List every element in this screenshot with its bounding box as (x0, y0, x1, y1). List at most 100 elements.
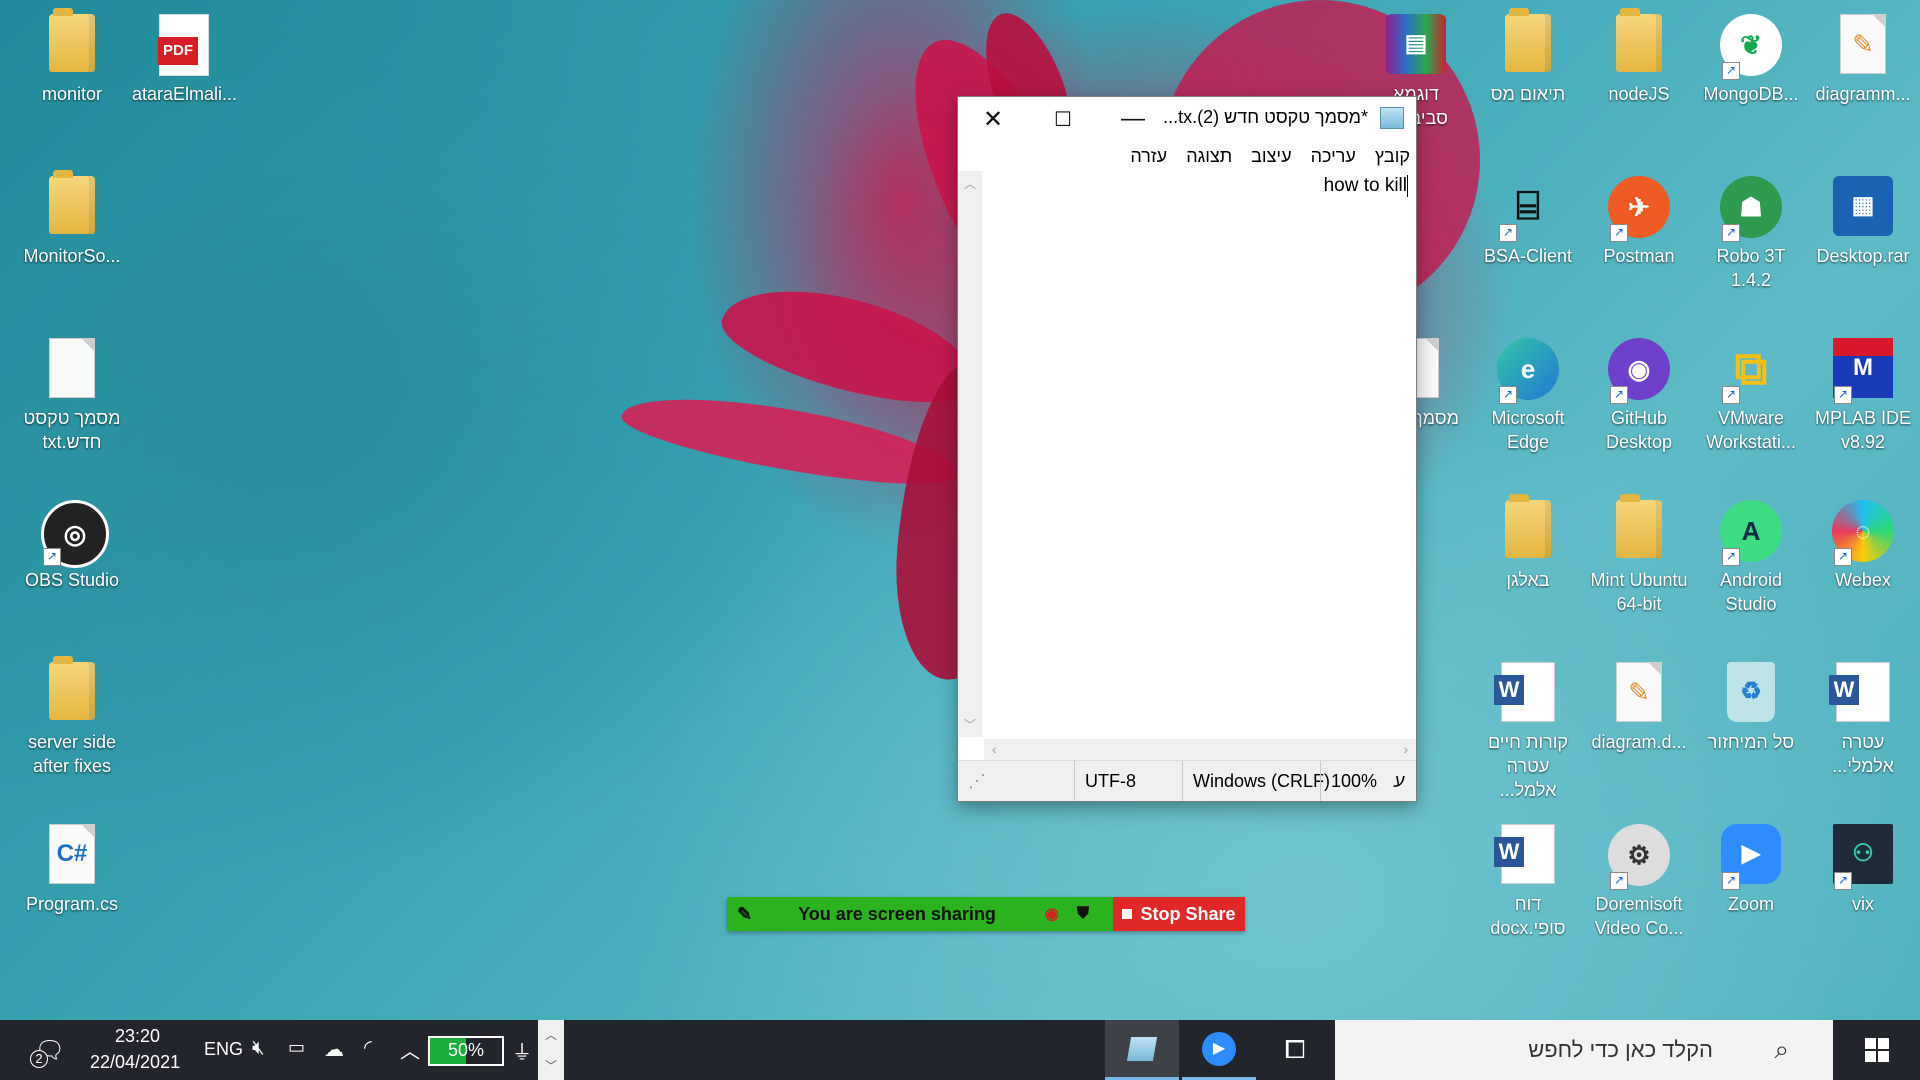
shortcut-arrow-icon: ↗ (1722, 548, 1740, 566)
shortcut-arrow-icon: ↗ (1834, 386, 1852, 404)
diagram-file-icon: ✎ (1840, 14, 1886, 74)
chevron-down-icon[interactable]: ﹀ (538, 1057, 564, 1074)
scroll-down-icon[interactable]: ﹀ (964, 716, 976, 733)
desktop-icon-robo3t[interactable]: ☗ ↗ Robo 3T 1.4.2 (1697, 168, 1805, 292)
desktop-icon-mongodb[interactable]: ❦ ↗ MongoDB... (1697, 6, 1805, 106)
desktop-icon-zoom[interactable]: ▶ ↗ Zoom (1697, 816, 1805, 916)
language-indicator[interactable]: ENG (204, 1039, 243, 1060)
desktop-icon-mplab[interactable]: M ↗ MPLAB IDE v8.92 (1809, 330, 1917, 454)
folder-icon (1616, 494, 1662, 558)
volume-muted-icon[interactable]: 🔇︎ (252, 1037, 265, 1060)
stop-icon (1122, 909, 1133, 919)
notepad-window[interactable]: ✕ ☐ — *מסמך טקסט חדש (2).tx... קובץ עריכ… (957, 96, 1417, 802)
desktop-icon-doremisoft[interactable]: ⚙ ↗ Doremisoft Video Co... (1585, 816, 1693, 940)
pin-icon[interactable]: ✎ (737, 904, 752, 925)
desktop-icon-desktop-rar[interactable]: ▦ Desktop.rar (1809, 168, 1917, 268)
desktop-icon-text-doc[interactable]: מסמך טקסט חדש.txt (18, 330, 126, 454)
shortcut-arrow-icon: ↗ (1722, 224, 1740, 242)
status-line-ending: Windows (CRLF) (1182, 761, 1340, 801)
taskbar-scroll[interactable]: ︿ ﹀ (538, 1020, 564, 1080)
desktop-icon-diagram-d[interactable]: ✎ diagram.d... (1585, 654, 1693, 754)
close-button[interactable]: ✕ (958, 97, 1028, 141)
scroll-up-icon[interactable]: ︿ (964, 175, 976, 192)
window-title: *מסמך טקסט חדש (2).tx... (1163, 107, 1368, 127)
menu-edit[interactable]: עריכה (1311, 141, 1356, 171)
desktop-icon-vix[interactable]: ⚇ ↗ vix (1809, 816, 1917, 916)
csharp-file-icon: C# (49, 824, 95, 884)
pdf-icon: PDF (158, 14, 209, 76)
shortcut-arrow-icon: ↗ (43, 548, 61, 566)
taskbar-search-box[interactable]: הקלד כאן כדי לחפש ⌕ (1335, 1020, 1833, 1080)
clock-time[interactable]: 23:20 (115, 1026, 160, 1047)
clock-date[interactable]: 22/04/2021 (90, 1052, 180, 1073)
desktop-icon-github[interactable]: ◉ ↗ GitHub Desktop (1585, 330, 1693, 454)
text-caret (1407, 175, 1408, 197)
desktop-icon-mint-ubuntu[interactable]: Mint Ubuntu 64-bit (1585, 492, 1693, 616)
desktop-icon-monitor[interactable]: monitor (18, 6, 126, 106)
scroll-right-icon[interactable]: › (1403, 741, 1408, 757)
desktop-icon-postman[interactable]: ✈ ↗ Postman (1585, 168, 1693, 268)
screen-share-toolbar[interactable]: ✎ You are screen sharing ◉ ⛊ Stop Share (727, 897, 1245, 931)
desktop-icon-obs[interactable]: ◎ ↗ OBS Studio (18, 492, 126, 592)
desktop-icon-monitorso[interactable]: MonitorSo... (18, 168, 126, 268)
desktop-icon-bsa-client[interactable]: ⌸ ↗ BSA-Client (1474, 168, 1582, 268)
battery-indicator[interactable]: 50% (428, 1036, 504, 1066)
desktop-icon-server-side[interactable]: server side after fixes (18, 654, 126, 778)
resize-grip-icon[interactable]: ⋰ (958, 761, 986, 801)
shortcut-arrow-icon: ↗ (1722, 386, 1740, 404)
menu-view[interactable]: תצוגה (1186, 141, 1232, 171)
battery-saver-icon[interactable]: ▭ (288, 1037, 305, 1058)
desktop-icon-vmware[interactable]: ⧉ ↗ VMware Workstati... (1697, 330, 1805, 454)
text-editor[interactable]: how to kill (984, 171, 1412, 737)
taskbar-notepad[interactable] (1105, 1020, 1179, 1080)
show-hidden-icons-icon[interactable]: ︿ (400, 1035, 420, 1064)
desktop-icon-final-report[interactable]: W דוח סופי.docx (1474, 816, 1582, 940)
screen-sharing-message: You are screen sharing (798, 903, 996, 924)
recycle-bin-icon: ♻ (1727, 662, 1775, 722)
search-placeholder: הקלד כאן כדי לחפש (1528, 1037, 1713, 1062)
desktop-icon-nodejs[interactable]: nodeJS (1585, 6, 1693, 106)
desktop-icon-diagramm[interactable]: ✎ diagramm... (1809, 6, 1917, 106)
desktop-icon-android-studio[interactable]: A ↗ Android Studio (1697, 492, 1805, 616)
wifi-icon[interactable]: ◜ (364, 1035, 372, 1060)
start-button[interactable] (1833, 1020, 1920, 1080)
menu-bar: קובץ עריכה עיצוב תצוגה עזרה (958, 141, 1416, 171)
shortcut-arrow-icon: ↗ (1499, 386, 1517, 404)
menu-file[interactable]: קובץ (1375, 141, 1410, 171)
task-view-button[interactable]: ⧠ (1262, 1020, 1328, 1080)
desktop-icon-webex[interactable]: ◌ ↗ Webex (1809, 492, 1917, 592)
zoom-camera-icon: ▶ (1202, 1031, 1236, 1066)
text-document-icon (49, 338, 95, 398)
desktop-icon-balagan[interactable]: באלגן (1474, 492, 1582, 592)
desktop-icon-atara-word[interactable]: W עטרה אלמלי... (1809, 654, 1917, 778)
taskbar-zoom[interactable]: ▶ (1182, 1020, 1256, 1080)
desktop-icon-recycle-bin[interactable]: ♻ סל המיחזור (1697, 654, 1805, 754)
notepad-titlebar[interactable]: ✕ ☐ — *מסמך טקסט חדש (2).tx... (958, 97, 1416, 141)
desktop-icon-cv-word[interactable]: W קורות חיים עטרה אלמל... (1474, 654, 1582, 802)
shortcut-arrow-icon: ↗ (1610, 224, 1628, 242)
scroll-left-icon[interactable]: ‹ (992, 741, 997, 757)
shield-icon: ⛊ (1077, 905, 1090, 922)
shortcut-arrow-icon: ↗ (1834, 872, 1852, 890)
cloud-error-icon[interactable]: ☁ (324, 1037, 344, 1062)
desktop-icon-program-cs[interactable]: C# Program.cs (18, 816, 126, 916)
menu-help[interactable]: עזרה (1130, 141, 1167, 171)
shortcut-arrow-icon: ↗ (1499, 224, 1517, 242)
status-bar: ⋰ UTF-8 Windows (CRLF) 100% ע (958, 760, 1416, 801)
minimize-button[interactable]: — (1098, 97, 1168, 141)
notification-center-button[interactable]: 🗨 2 (20, 1020, 80, 1080)
record-icon[interactable]: ◉ (1045, 904, 1059, 924)
notification-count: 2 (30, 1050, 48, 1068)
maximize-button[interactable]: ☐ (1028, 97, 1098, 141)
chevron-up-icon[interactable]: ︿ (538, 1026, 564, 1043)
vertical-scrollbar[interactable]: ︿ ﹀ (958, 171, 982, 737)
desktop-icon-tiaum-mas[interactable]: תיאום מס (1474, 6, 1582, 106)
windows-logo-icon (1864, 1038, 1889, 1062)
folder-icon (49, 170, 95, 234)
menu-format[interactable]: עיצוב (1251, 141, 1291, 171)
desktop-icon-edge[interactable]: e ↗ Microsoft Edge (1474, 330, 1582, 454)
horizontal-scrollbar[interactable]: ‹ › (984, 739, 1416, 761)
folder-icon (1505, 8, 1551, 72)
stop-share-button[interactable]: Stop Share (1113, 897, 1245, 931)
desktop-icon-pdf[interactable]: PDF ataraElmali... (130, 6, 238, 106)
